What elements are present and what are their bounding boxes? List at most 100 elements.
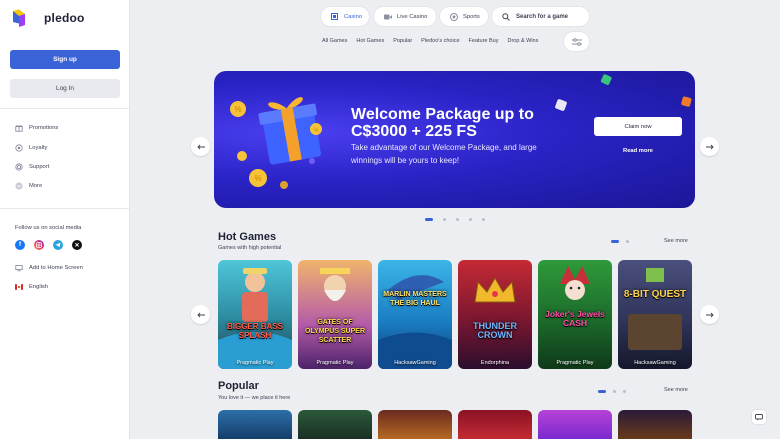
hot-games-next-button[interactable] <box>700 305 719 324</box>
category-hot-games[interactable]: Hot Games <box>356 38 384 44</box>
category-all-games[interactable]: All Games <box>322 38 347 44</box>
search-icon <box>502 12 510 21</box>
hot-games-pagination <box>611 240 636 243</box>
game-art <box>320 268 350 301</box>
nav-item-label: Promotions <box>29 125 59 131</box>
popular-pagination <box>598 390 633 393</box>
tab-label: Live Casino <box>397 13 428 20</box>
game-provider: HacksawGaming <box>634 360 676 366</box>
nav-item-loyalty[interactable]: Loyalty <box>15 144 47 152</box>
popular-subtitle: You love it — we place it here <box>218 395 291 401</box>
sports-icon <box>449 12 458 21</box>
nav-item-support[interactable]: Support <box>15 163 49 171</box>
category-drop-wins[interactable]: Drop & Wins <box>508 38 539 44</box>
game-art <box>474 276 516 303</box>
nav-item-more[interactable]: More <box>15 182 42 190</box>
svg-text:%: % <box>313 128 319 134</box>
arrow-left-icon <box>196 144 205 149</box>
game-card-marlin-masters[interactable]: MARLIN MASTERS THE BIG HAUL HacksawGamin… <box>378 260 452 369</box>
pagination-dot[interactable] <box>443 218 446 221</box>
hot-games-subtitle: Games with high potential <box>218 245 282 251</box>
game-title: GATES OF OLYMPUS SUPER SCATTER <box>304 319 366 344</box>
game-card-gates-of-olympus[interactable]: GATES OF OLYMPUS SUPER SCATTER Pragmatic… <box>298 260 372 369</box>
svg-text:%: % <box>254 174 261 183</box>
hot-games-see-more[interactable]: See more <box>664 238 688 244</box>
tab-label: Sports <box>463 13 480 20</box>
category-pledoos-choice[interactable]: Pledoo's choice <box>421 38 459 44</box>
add-to-home-screen[interactable]: Add to Home Screen <box>15 264 83 272</box>
social-links: f ✕ <box>15 240 91 250</box>
banner-prev-button[interactable] <box>191 137 210 156</box>
read-more-link[interactable]: Read more <box>594 148 682 154</box>
pagination-dot[interactable] <box>598 390 606 393</box>
nav-item-label: Loyalty <box>29 145 48 151</box>
live-casino-icon <box>383 12 392 21</box>
category-popular[interactable]: Popular <box>393 38 412 44</box>
loyalty-icon <box>15 144 23 152</box>
category-feature-buy[interactable]: Feature Buy <box>469 38 499 44</box>
game-card-bigger-bass-splash[interactable]: BIGGER BASS SPLASH Pragmatic Play <box>218 260 292 369</box>
canada-flag-icon <box>15 284 23 290</box>
banner-next-button[interactable] <box>700 137 719 156</box>
divider <box>0 208 130 209</box>
social-heading: Follow us on social media <box>15 225 82 231</box>
add-to-home-label: Add to Home Screen <box>29 265 83 271</box>
pagination-dot[interactable] <box>626 240 629 243</box>
pagination-dot[interactable] <box>623 390 626 393</box>
language-selector[interactable]: English <box>15 283 48 291</box>
promo-banner[interactable]: % % % Welcome Package up to C$3000 + 225… <box>214 71 695 208</box>
nav-item-label: Support <box>29 164 50 170</box>
facebook-icon[interactable]: f <box>15 240 25 250</box>
add-to-home-icon <box>15 265 23 272</box>
pledoo-logo-icon <box>13 9 25 27</box>
game-card-8-bit-quest[interactable]: 8-BIT QUEST HacksawGaming <box>618 260 692 369</box>
pagination-dot[interactable] <box>613 390 616 393</box>
game-title: 8-BIT QUEST <box>623 289 687 300</box>
signup-button[interactable]: Sign up <box>10 50 120 69</box>
nav-item-promotions[interactable]: Promotions <box>15 124 58 132</box>
tab-live-casino[interactable]: Live Casino <box>374 7 436 26</box>
tab-sports[interactable]: Sports <box>440 7 488 26</box>
casino-icon <box>330 12 339 21</box>
tab-label: Casino <box>344 13 363 20</box>
hot-games-prev-button[interactable] <box>191 305 210 324</box>
hot-games-title: Hot Games <box>218 231 277 243</box>
divider <box>0 108 130 109</box>
game-card-jokers-jewels-cash[interactable]: Joker's Jewels CASH Pragmatic Play <box>538 260 612 369</box>
pagination-dot[interactable] <box>611 240 619 243</box>
brand-logo[interactable]: pledoo <box>10 9 85 27</box>
game-card-popular[interactable] <box>618 410 692 439</box>
game-card-popular[interactable] <box>378 410 452 439</box>
banner-title: Welcome Package up to C$3000 + 225 FS <box>351 106 534 140</box>
brand-name: pledoo <box>44 11 85 25</box>
popular-title: Popular <box>218 380 259 392</box>
game-title: MARLIN MASTERS THE BIG HAUL <box>383 291 447 307</box>
game-card-popular[interactable] <box>298 410 372 439</box>
promotions-icon <box>15 125 23 132</box>
claim-now-button[interactable]: Claim now <box>594 117 682 136</box>
game-provider: Endorphina <box>480 360 510 366</box>
x-icon[interactable]: ✕ <box>72 240 82 250</box>
game-provider: HacksawGaming <box>394 360 436 366</box>
instagram-icon[interactable] <box>34 240 44 250</box>
popular-see-more[interactable]: See more <box>664 387 688 393</box>
game-title: THUNDER CROWN <box>473 321 517 340</box>
search-input[interactable]: Search for a game <box>492 7 589 26</box>
pagination-dot[interactable] <box>425 218 433 221</box>
game-card-popular[interactable] <box>218 410 292 439</box>
telegram-icon[interactable] <box>53 240 63 250</box>
filter-button[interactable] <box>564 32 589 51</box>
banner-pagination <box>425 218 495 221</box>
login-button[interactable]: Log In <box>10 79 120 98</box>
game-card-popular[interactable] <box>458 410 532 439</box>
game-card-thunder-crown[interactable]: THUNDER CROWN Endorphina <box>458 260 532 369</box>
tab-casino[interactable]: Casino <box>321 7 369 26</box>
chat-button[interactable] <box>752 410 766 424</box>
search-placeholder: Search for a game <box>516 13 569 20</box>
pagination-dot[interactable] <box>456 218 459 221</box>
game-art <box>378 275 452 369</box>
pagination-dot[interactable] <box>469 218 472 221</box>
pagination-dot[interactable] <box>482 218 485 221</box>
filter-icon <box>571 37 582 46</box>
game-card-popular[interactable] <box>538 410 612 439</box>
